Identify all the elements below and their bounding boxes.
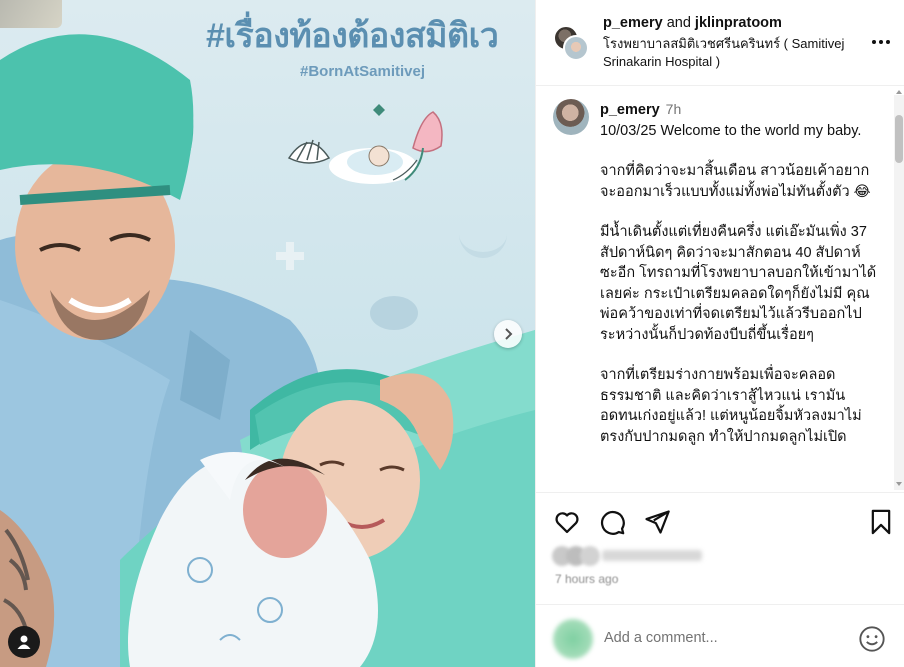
- scroll-up-arrow-icon[interactable]: [895, 88, 903, 96]
- post-actions: [536, 492, 904, 552]
- post-media[interactable]: #เรื่องท้องต้องสมิติเว #BornAtSamitivej: [0, 0, 535, 667]
- heart-icon: [555, 512, 579, 534]
- more-options-button[interactable]: [869, 30, 893, 54]
- scroll-down-arrow-icon[interactable]: [895, 480, 903, 488]
- post-authors: p_emery and jklinpratoom: [603, 15, 782, 31]
- more-horizontal-icon: [872, 40, 890, 44]
- caption-paragraph: จากที่คิดว่าจะมาสิ้นเดือน สาวน้อยเค้าอยา…: [600, 163, 871, 200]
- location-link[interactable]: โรงพยาบาลสมิติเวชศรีนครินทร์ ( Samitivej…: [603, 35, 868, 71]
- caption: p_emery 7h 10/03/25 Welcome to the world …: [600, 99, 880, 447]
- caption-timestamp[interactable]: 7h: [666, 101, 682, 117]
- comment-icon: [600, 510, 625, 535]
- user-tags-button[interactable]: [8, 626, 40, 658]
- authors-joiner: and: [666, 15, 691, 31]
- chevron-right-icon: [505, 328, 513, 340]
- send-icon: [645, 510, 670, 534]
- caption-paragraph: 10/03/25 Welcome to the world my baby.: [600, 122, 862, 139]
- emoji-button[interactable]: [858, 625, 886, 653]
- avatar: [553, 619, 593, 659]
- next-media-button[interactable]: [494, 320, 522, 348]
- comment-button[interactable]: [598, 508, 626, 536]
- bookmark-icon: [871, 509, 891, 535]
- avatar[interactable]: [553, 99, 589, 135]
- coauthor-username-link[interactable]: jklinpratoom: [695, 15, 782, 31]
- caption-username-link[interactable]: p_emery: [600, 102, 660, 118]
- caption-scroll-area[interactable]: p_emery 7h 10/03/25 Welcome to the world …: [536, 87, 904, 491]
- emoji-icon: [859, 626, 885, 652]
- post-age[interactable]: 7 hours ago: [555, 572, 618, 586]
- caption-paragraph: จากที่เตรียมร่างกายพร้อมเพื่อจะคลอดธรรมช…: [600, 367, 862, 445]
- like-button[interactable]: [553, 508, 581, 536]
- caption-paragraph: มีน้ำเดินตั้งแต่เที่ยงคืนครึ่ง แต่เอ๊ะมั…: [600, 224, 877, 343]
- collab-avatars[interactable]: [553, 25, 589, 61]
- scrollbar-thumb[interactable]: [895, 115, 903, 163]
- share-button[interactable]: [643, 508, 671, 536]
- liked-by-summary[interactable]: [552, 545, 712, 567]
- add-comment-bar: [536, 604, 904, 667]
- avatar[interactable]: [563, 35, 589, 61]
- post-details-panel: p_emery and jklinpratoom โรงพยาบาลสมิติเ…: [535, 0, 904, 667]
- avatar: [580, 546, 600, 566]
- post-header: p_emery and jklinpratoom โรงพยาบาลสมิติเ…: [536, 0, 904, 86]
- liked-by-text-blurred: [602, 550, 702, 561]
- save-button[interactable]: [867, 508, 895, 536]
- comment-input[interactable]: [604, 627, 844, 649]
- user-tag-icon: [17, 635, 31, 649]
- author-username-link[interactable]: p_emery: [603, 15, 663, 31]
- photo-subjects: [0, 34, 535, 667]
